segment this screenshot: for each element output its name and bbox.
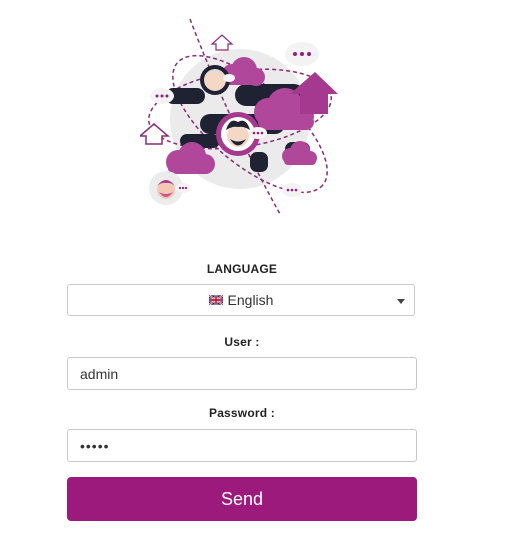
social-network-illustration	[140, 14, 350, 224]
language-selected-label: English	[227, 292, 274, 308]
language-select-value: English	[208, 292, 274, 308]
uk-flag-icon	[208, 295, 223, 305]
user-input[interactable]	[67, 357, 417, 390]
send-button[interactable]: Send	[67, 477, 417, 521]
language-label: LANGUAGE	[206, 262, 278, 276]
password-label: Password :	[208, 406, 276, 420]
language-select[interactable]: English	[67, 284, 415, 316]
password-input[interactable]	[67, 429, 417, 462]
illustration-graphic	[140, 18, 338, 215]
user-label: User :	[224, 335, 260, 349]
chevron-down-icon	[397, 299, 405, 304]
